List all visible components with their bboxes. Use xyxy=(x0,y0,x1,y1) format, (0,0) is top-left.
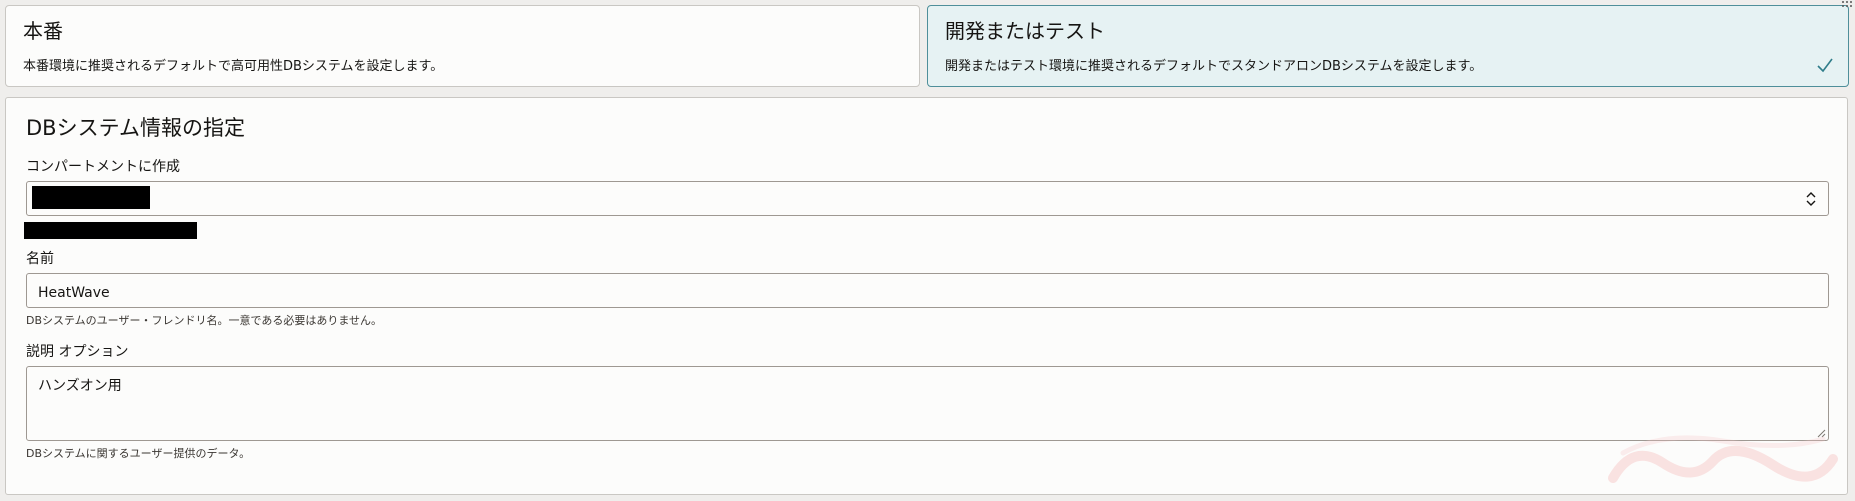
option-title: 本番 xyxy=(23,19,63,43)
compartment-path-redacted xyxy=(24,222,197,239)
description-label: 説明 オプション xyxy=(26,344,129,360)
name-label: 名前 xyxy=(26,251,54,267)
drag-handle-icon xyxy=(1842,1,1852,7)
db-system-info-panel: DBシステム情報の指定 コンパートメントに作成 名前 HeatWave DBシス… xyxy=(5,97,1848,495)
option-description: 開発またはテスト環境に推奨されるデフォルトでスタンドアロンDBシステムを設定しま… xyxy=(945,59,1483,74)
option-card-development[interactable]: 開発またはテスト 開発またはテスト環境に推奨されるデフォルトでスタンドアロンDB… xyxy=(927,5,1849,87)
option-title: 開発またはテスト xyxy=(945,19,1105,43)
name-input[interactable]: HeatWave xyxy=(26,273,1829,308)
description-help-text: DBシステムに関するユーザー提供のデータ。 xyxy=(26,447,251,460)
name-value: HeatWave xyxy=(38,285,110,301)
name-help-text: DBシステムのユーザー・フレンドリ名。一意である必要はありません。 xyxy=(26,314,383,327)
compartment-select[interactable] xyxy=(26,181,1829,216)
description-value: ハンズオン用 xyxy=(38,378,122,394)
compartment-label: コンパートメントに作成 xyxy=(26,159,180,175)
section-title: DBシステム情報の指定 xyxy=(26,116,245,140)
watermark-logo xyxy=(1608,435,1838,483)
option-description: 本番環境に推奨されるデフォルトで高可用性DBシステムを設定します。 xyxy=(23,59,444,74)
chevron-updown-icon xyxy=(1806,192,1816,206)
description-textarea[interactable]: ハンズオン用 xyxy=(26,366,1829,441)
checkmark-icon xyxy=(1817,58,1833,73)
option-card-production[interactable]: 本番 本番環境に推奨されるデフォルトで高可用性DBシステムを設定します。 xyxy=(5,5,920,87)
compartment-value-redacted xyxy=(32,186,150,209)
